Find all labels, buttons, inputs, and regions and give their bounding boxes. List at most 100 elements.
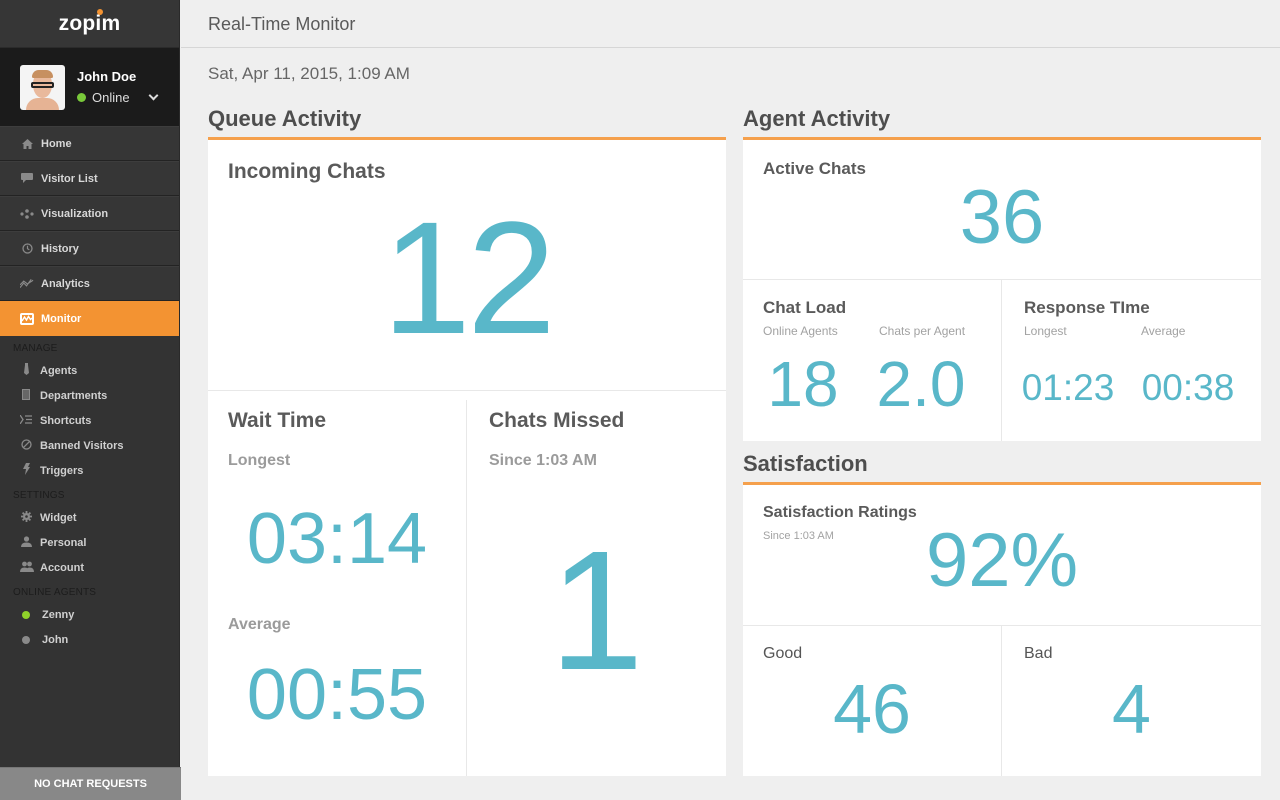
satisfaction-panel: Satisfaction Ratings Since 1:03 AM 92% G… — [743, 482, 1261, 776]
chat-load-card: Chat Load Online Agents Chats per Agent … — [743, 280, 1001, 441]
nav-label: Visitor List — [41, 172, 98, 185]
queue-activity-title: Queue Activity — [208, 106, 362, 131]
response-time-label: Response TIme — [1024, 298, 1150, 317]
nav-item-agents[interactable]: Agents — [0, 358, 179, 383]
online-agents-value: 18 — [767, 348, 839, 420]
status-selector[interactable]: Online — [77, 90, 136, 105]
nav-item-banned-visitors[interactable]: Banned Visitors — [0, 433, 179, 458]
nav-label: Monitor — [41, 312, 82, 325]
good-value: 46 — [833, 670, 911, 748]
shortcuts-icon — [19, 414, 32, 427]
active-chats-card: Active Chats 36 — [743, 140, 1261, 279]
avatar — [20, 64, 65, 110]
status-dot-icon — [77, 93, 86, 102]
nav-label: Home — [41, 137, 72, 150]
nav-item-account[interactable]: Account — [0, 555, 179, 580]
online-agent-zenny[interactable]: Zenny — [0, 602, 179, 627]
settings-section-label: SETTINGS — [13, 490, 65, 501]
queue-activity-panel: Incoming Chats 12 Wait Time Longest 03:1… — [208, 137, 726, 776]
nav-item-home[interactable]: Home — [0, 126, 179, 161]
nav-item-triggers[interactable]: Triggers — [0, 458, 179, 483]
no-chat-requests-bar[interactable]: NO CHAT REQUESTS — [0, 767, 181, 800]
response-average-label: Average — [1141, 324, 1186, 338]
chevron-down-icon[interactable] — [148, 90, 159, 101]
nav-item-analytics[interactable]: Analytics — [0, 266, 179, 301]
wait-longest-value: 03:14 — [246, 499, 428, 579]
satisfaction-ratings-card: Satisfaction Ratings Since 1:03 AM 92% — [743, 485, 1261, 625]
active-chats-label: Active Chats — [763, 159, 866, 178]
current-datetime: Sat, Apr 11, 2015, 1:09 AM — [208, 64, 410, 83]
satisfaction-ratings-label: Satisfaction Ratings — [763, 504, 917, 521]
logo-bar: zopim — [0, 0, 179, 48]
page-title: Real-Time Monitor — [208, 14, 356, 34]
monitor-icon — [20, 312, 34, 326]
tie-icon — [20, 363, 32, 378]
response-average-value: 00:38 — [1141, 367, 1235, 408]
good-label: Good — [763, 645, 803, 662]
user-name: John Doe — [77, 69, 137, 84]
response-longest-value: 01:23 — [1021, 367, 1115, 408]
lightning-icon — [20, 463, 32, 478]
bad-value: 4 — [1112, 670, 1151, 748]
nav-item-departments[interactable]: Departments — [0, 383, 179, 408]
wait-time-label: Wait Time — [228, 409, 327, 432]
nav-label: Visualization — [41, 207, 109, 220]
logo-dot-icon — [97, 8, 104, 15]
home-icon — [20, 137, 34, 151]
incoming-chats-value: 12 — [382, 188, 556, 367]
status-label: Online — [92, 90, 130, 105]
online-agents-section-label: ONLINE AGENTS — [13, 587, 97, 598]
online-agent-john[interactable]: John — [0, 627, 179, 652]
response-time-card: Response TIme Longest Average 01:23 00:3… — [1002, 280, 1261, 441]
chats-per-agent-label: Chats per Agent — [879, 324, 966, 338]
incoming-chats-label: Incoming Chats — [228, 160, 386, 183]
visualization-icon — [20, 207, 34, 221]
building-icon — [20, 388, 32, 403]
wait-average-value: 00:55 — [246, 655, 428, 735]
wait-average-label: Average — [228, 616, 291, 633]
wait-longest-label: Longest — [228, 452, 291, 469]
nav-item-visualization[interactable]: Visualization — [0, 196, 179, 231]
nav-item-history[interactable]: History — [0, 231, 179, 266]
chats-missed-label: Chats Missed — [489, 409, 625, 432]
chat-load-label: Chat Load — [763, 298, 847, 317]
user-profile[interactable]: John Doe Online — [0, 48, 179, 126]
wait-time-card: Wait Time Longest 03:14 Average 00:55 — [208, 391, 466, 776]
satisfaction-percent-value: 92% — [925, 518, 1079, 603]
online-agents-label: Online Agents — [763, 324, 838, 338]
ban-icon — [20, 438, 32, 453]
nav-item-shortcuts[interactable]: Shortcuts — [0, 408, 179, 433]
clock-icon — [20, 242, 34, 256]
bad-ratings-card: Bad 4 — [1002, 626, 1261, 776]
nav-item-widget[interactable]: Widget — [0, 505, 179, 530]
good-ratings-card: Good 46 — [743, 626, 1001, 776]
chat-bubble-icon — [20, 172, 34, 186]
nav-item-personal[interactable]: Personal — [0, 530, 179, 555]
logo-text: zopim — [58, 11, 121, 35]
manage-section-label: MANAGE — [13, 343, 58, 354]
people-icon — [20, 561, 34, 575]
agent-activity-title: Agent Activity — [743, 106, 891, 131]
chats-per-agent-value: 2.0 — [876, 348, 966, 420]
nav-label: History — [41, 242, 79, 255]
agent-activity-panel: Active Chats 36 Chat Load Online Agents … — [743, 137, 1261, 441]
zopim-logo[interactable]: zopim — [58, 8, 121, 36]
chats-missed-since: Since 1:03 AM — [489, 452, 597, 469]
sidebar: zopim John Doe Online Home Visitor List … — [0, 0, 181, 800]
response-longest-label: Longest — [1024, 324, 1067, 338]
gear-icon — [20, 510, 32, 525]
nav-item-monitor[interactable]: Monitor — [0, 301, 179, 336]
chats-missed-value: 1 — [549, 516, 644, 706]
chats-missed-card: Chats Missed Since 1:03 AM 1 — [467, 391, 726, 776]
satisfaction-title: Satisfaction — [743, 451, 868, 476]
top-bar: Real-Time Monitor — [181, 0, 1280, 48]
nav-label: Analytics — [41, 277, 90, 290]
online-status-dot-icon — [22, 610, 30, 619]
away-status-dot-icon — [22, 635, 30, 644]
analytics-icon — [20, 277, 34, 291]
person-icon — [20, 535, 32, 550]
nav-item-visitor-list[interactable]: Visitor List — [0, 161, 179, 196]
incoming-chats-card: Incoming Chats 12 — [208, 140, 726, 390]
bad-label: Bad — [1024, 645, 1053, 662]
active-chats-value: 36 — [959, 175, 1045, 260]
